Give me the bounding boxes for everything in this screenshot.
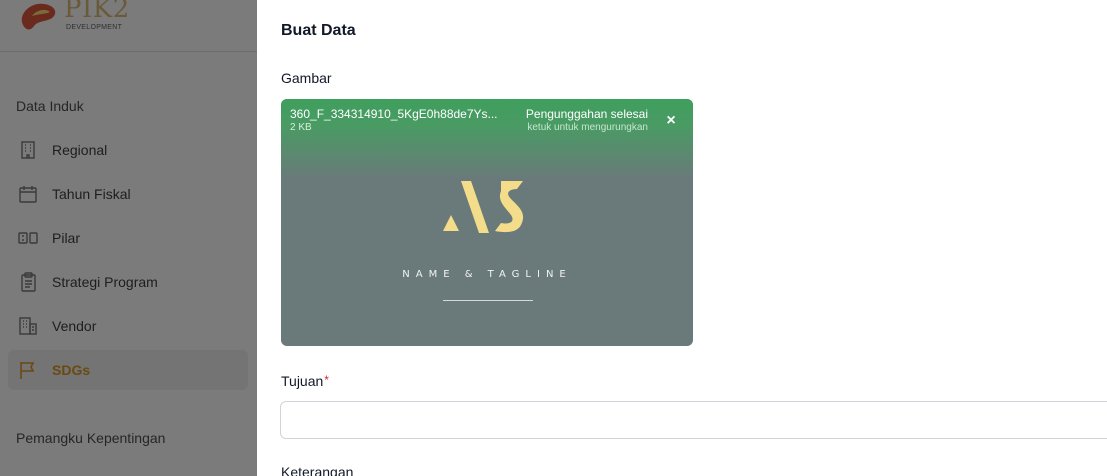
sidebar-item-tahun-fiskal[interactable]: Tahun Fiskal <box>8 174 248 214</box>
building-icon <box>18 140 38 160</box>
sidebar-item-label: Strategi Program <box>52 274 158 290</box>
section-title-data-induk: Data Induk <box>16 98 84 114</box>
drawer-title: Buat Data <box>281 22 356 39</box>
sidebar-item-label: Pilar <box>52 230 81 246</box>
logo-bar: PIK2 DEVELOPMENT <box>0 0 257 52</box>
sidebar-item-vendor[interactable]: Vendor <box>8 306 248 346</box>
uploaded-file-name: 360_F_334314910_5KgE0h88de7Ys... <box>290 107 498 121</box>
flag-icon <box>18 360 38 380</box>
gambar-label: Gambar <box>281 70 332 86</box>
tujuan-label: Tujuan* <box>281 373 329 389</box>
clipboard-icon <box>18 272 38 292</box>
create-data-drawer: Buat Data Gambar 360_F_334314910_5KgE0h8… <box>257 0 1107 476</box>
pillar-icon <box>18 228 38 248</box>
upload-status: Pengunggahan selesai <box>525 107 648 121</box>
sidebar: PIK2 DEVELOPMENT Data Induk Regional Tah… <box>0 0 257 476</box>
remove-file-button[interactable]: × <box>661 111 681 131</box>
sidebar-item-label: Regional <box>52 142 108 158</box>
pik2-logo-icon <box>21 3 56 30</box>
sidebar-item-pilar[interactable]: Pilar <box>8 218 248 258</box>
sidebar-item-regional[interactable]: Regional <box>8 130 248 170</box>
sidebar-item-label: Tahun Fiskal <box>52 186 131 202</box>
logo-subtext: DEVELOPMENT <box>66 24 123 31</box>
preview-brand-logo <box>443 181 524 233</box>
logo-text: PIK2 <box>64 0 130 24</box>
calendar-icon <box>18 184 38 204</box>
vendor-building-icon <box>18 316 38 336</box>
sidebar-item-label: Vendor <box>52 318 97 334</box>
sidebar-item-sdgs[interactable]: SDGs <box>8 350 248 390</box>
sidebar-item-strategi-program[interactable]: Strategi Program <box>8 262 248 302</box>
keterangan-label: Keterangan <box>281 464 354 476</box>
image-upload-area[interactable]: 360_F_334314910_5KgE0h88de7Ys... 2 KB Pe… <box>281 99 693 346</box>
close-icon: × <box>666 112 676 129</box>
upload-undo-hint[interactable]: ketuk untuk mengurungkan <box>527 122 648 133</box>
preview-divider <box>443 300 533 301</box>
required-marker: * <box>324 373 329 387</box>
tujuan-input[interactable] <box>280 401 1107 439</box>
sidebar-item-label: SDGs <box>52 362 91 378</box>
preview-tagline: NAME & TAGLINE <box>402 269 572 280</box>
uploaded-file-size: 2 KB <box>290 122 312 133</box>
section-title-pemangku-kepentingan: Pemangku Kepentingan <box>16 430 166 446</box>
tujuan-label-text: Tujuan <box>281 373 324 389</box>
